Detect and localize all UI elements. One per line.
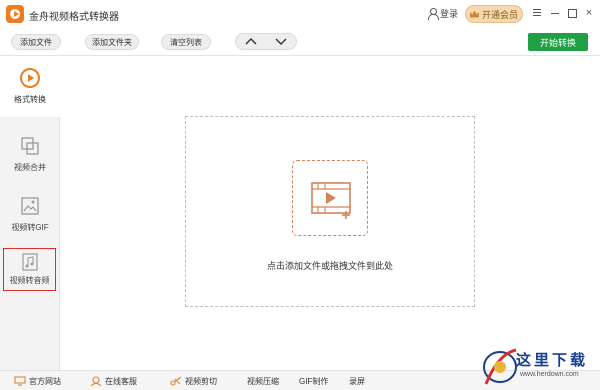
move-down-button[interactable] — [266, 34, 296, 49]
support-icon — [90, 376, 102, 387]
video-merge-icon — [19, 135, 41, 157]
maximize-icon[interactable] — [566, 7, 578, 19]
menu-icon[interactable] — [531, 7, 543, 19]
video-to-gif-icon — [19, 195, 41, 217]
add-file-button[interactable]: 添加文件 — [11, 34, 61, 50]
bottom-item-label: 录屏 — [349, 376, 365, 386]
clear-list-button[interactable]: 清空列表 — [161, 34, 211, 50]
sidebar-item-label: 视频合并 — [14, 163, 46, 172]
bottom-item-label: GIF制作 — [299, 376, 329, 386]
chevron-down-icon — [275, 38, 287, 45]
watermark-logo-icon — [483, 348, 517, 385]
vip-label: 开通会员 — [481, 9, 518, 20]
bottom-item-label: 在线客服 — [105, 376, 137, 386]
screen-record-link[interactable]: 录屏 — [349, 374, 365, 388]
chevron-up-icon — [245, 38, 257, 45]
bottom-item-label: 视频剪切 — [185, 376, 217, 386]
online-support-link[interactable]: 在线客服 — [90, 374, 137, 388]
gif-maker-link[interactable]: GIF制作 — [299, 374, 328, 388]
login-label: 登录 — [440, 9, 459, 19]
add-folder-button[interactable]: 添加文件夹 — [85, 34, 139, 50]
drop-hint-text: 点击添加文件或拖拽文件到此处 — [266, 261, 393, 271]
minimize-icon[interactable] — [549, 7, 561, 19]
official-website-link[interactable]: 官方网站 — [14, 374, 61, 388]
crown-icon — [469, 10, 479, 18]
scissors-icon — [170, 376, 182, 386]
login-button[interactable]: 登录 — [428, 7, 458, 20]
sidebar: 格式转换 视频合并 视频转GIF 视频转音频 — [0, 57, 60, 370]
watermark-url: www.herdown.com — [520, 371, 579, 378]
start-convert-button[interactable]: 开始转换 — [528, 33, 588, 51]
file-drop-zone[interactable]: 点击添加文件或拖拽文件到此处 — [185, 116, 475, 307]
video-to-audio-icon — [21, 253, 39, 271]
sidebar-item-label: 格式转换 — [14, 95, 46, 104]
sidebar-item-video-to-gif[interactable]: 视频转GIF — [0, 185, 60, 245]
watermark-text: 这里下载 — [516, 351, 589, 369]
sidebar-item-label: 视频转GIF — [11, 223, 49, 232]
sidebar-item-label: 视频转音频 — [9, 276, 50, 285]
title-bar: 金舟视频格式转换器 登录 开通会员 × — [0, 0, 600, 28]
bottom-item-label: 官方网站 — [29, 376, 61, 386]
move-up-button[interactable] — [236, 34, 266, 49]
video-compress-link[interactable]: 视频压缩 — [247, 374, 279, 388]
video-cut-link[interactable]: 视频剪切 — [170, 374, 217, 388]
main-panel: 点击添加文件或拖拽文件到此处 — [61, 57, 600, 370]
bottom-item-label: 视频压缩 — [247, 376, 279, 386]
toolbar: 添加文件 添加文件夹 清空列表 — [0, 28, 600, 56]
app-logo-icon — [6, 5, 24, 23]
app-title: 金舟视频格式转换器 — [29, 12, 119, 23]
move-buttons — [235, 33, 297, 50]
site-watermark: 这里下载 www.herdown.com — [478, 343, 600, 390]
format-convert-icon — [19, 67, 41, 89]
user-icon — [428, 8, 439, 20]
close-icon[interactable]: × — [583, 7, 595, 19]
add-video-icon — [292, 160, 368, 236]
sidebar-item-video-to-audio[interactable]: 视频转音频 — [3, 248, 56, 291]
sidebar-item-video-merge[interactable]: 视频合并 — [0, 125, 60, 185]
website-icon — [14, 376, 26, 386]
vip-button[interactable]: 开通会员 — [465, 5, 523, 23]
sidebar-item-format-convert[interactable]: 格式转换 — [0, 57, 60, 117]
